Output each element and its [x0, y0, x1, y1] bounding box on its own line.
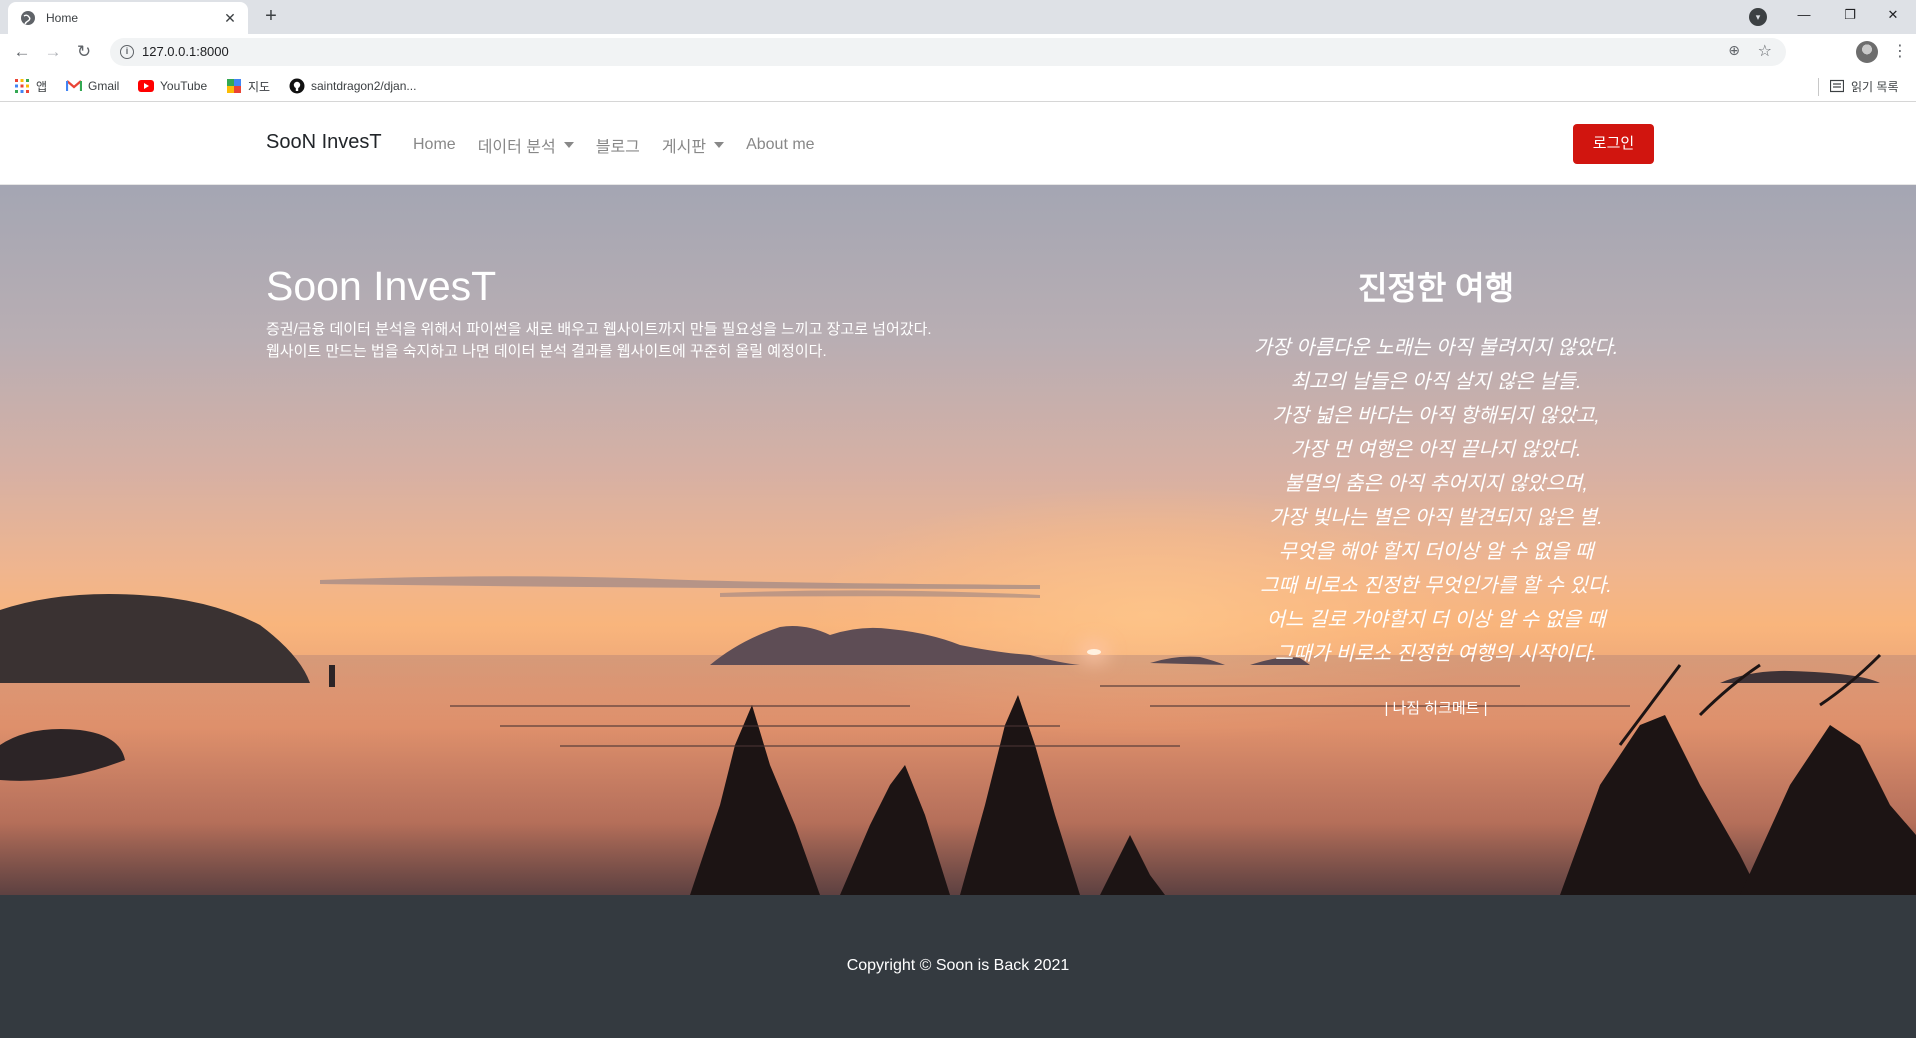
browser-tab-home[interactable]: Home ✕ — [8, 2, 248, 34]
bookmark-youtube[interactable]: YouTube — [138, 77, 207, 95]
poem-author: | 나짐 히크메트 | — [1384, 700, 1488, 717]
reload-icon[interactable]: ↻ — [72, 40, 96, 64]
hero-title: Soon InvesT — [266, 263, 497, 309]
apps-grid-icon — [14, 78, 30, 94]
reading-list-label: 읽기 목록 — [1851, 79, 1899, 94]
bookmark-label: 앱 — [36, 79, 48, 94]
nav-link-label: Home — [413, 136, 456, 153]
zoom-icon[interactable]: ⊕ — [1728, 42, 1740, 59]
poem-line: 가장 넓은 바다는 아직 항해되지 않았고, — [1272, 405, 1600, 427]
bookmarks-bar: 앱 Gmail YouTube 지도 saintdragon2/djan... … — [0, 70, 1916, 102]
caret-down-icon — [714, 142, 725, 148]
poem-title: 진정한 여행 — [1357, 270, 1515, 306]
bookmark-label: 지도 — [248, 79, 271, 94]
nav-about-link[interactable]: About me — [746, 133, 814, 157]
browser-tab-strip: Home ✕ + ▾ — ❐ ✕ — [0, 0, 1916, 34]
tab-close-icon[interactable]: ✕ — [222, 10, 238, 27]
maps-icon — [226, 78, 242, 94]
gmail-icon — [66, 78, 82, 94]
poem-line: 최고의 날들은 아직 살지 않은 날들. — [1290, 371, 1582, 393]
nav-link-label: About me — [746, 136, 815, 153]
bookmark-gmail[interactable]: Gmail — [66, 77, 119, 95]
site-brand[interactable]: SooN InvesT — [266, 131, 382, 154]
login-button[interactable]: 로그인 — [1573, 124, 1654, 164]
bookmark-separator — [1818, 78, 1819, 96]
nav-link-label: 게시판 — [661, 139, 707, 156]
bookmark-label: Gmail — [88, 79, 120, 93]
poem-line: 그때가 비로소 진정한 여행의 시작이다. — [1274, 643, 1598, 665]
back-arrow-icon[interactable]: ← — [10, 40, 34, 64]
site-info-icon[interactable]: i — [120, 45, 134, 59]
address-url[interactable]: 127.0.0.1:8000 — [142, 44, 229, 59]
github-icon — [289, 78, 305, 94]
minimize-button[interactable]: — — [1781, 0, 1827, 32]
copyright-text: Copyright © Soon is Back 2021 — [846, 957, 1070, 974]
nav-data-analysis-dropdown[interactable]: 데이터 분석 — [478, 133, 574, 157]
reading-list-button[interactable]: 읽기 목록 — [1829, 77, 1899, 95]
nav-links: Home 데이터 분석 블로그 게시판 About me — [413, 133, 837, 157]
site-footer: Copyright © Soon is Back 2021 — [0, 895, 1916, 1038]
sun — [1087, 649, 1101, 655]
bookmark-label: saintdragon2/djan... — [311, 79, 417, 93]
nav-link-label: 블로그 — [595, 139, 640, 156]
caret-down-icon — [563, 142, 574, 148]
hero-section: Soon InvesT 증권/금융 데이터 분석을 위해서 파이썬을 새로 배우… — [0, 185, 1916, 895]
new-tab-button[interactable]: + — [259, 5, 283, 29]
poem-line: 무엇을 해야 할지 더이상 알 수 없을 때 — [1278, 541, 1594, 563]
bookmark-label: YouTube — [160, 79, 208, 93]
nav-blog-link[interactable]: 블로그 — [596, 133, 640, 157]
poem-line: 어느 길로 가야할지 더 이상 알 수 없을 때 — [1266, 609, 1606, 631]
browser-toolbar: ← → ↻ i 127.0.0.1:8000 ⊕ ☆ ⋮ — [0, 34, 1916, 70]
bookmark-apps[interactable]: 앱 — [14, 77, 47, 95]
close-window-button[interactable]: ✕ — [1870, 0, 1916, 32]
restore-button[interactable]: ❐ — [1827, 0, 1873, 32]
poem-body: 가장 아름다운 노래는 아직 불려지지 않았다. 최고의 날들은 아직 살지 않… — [1206, 331, 1666, 671]
tab-title: Home — [46, 11, 79, 25]
forward-arrow-icon[interactable]: → — [41, 40, 65, 64]
poem-line: 가장 빛나는 별은 아직 발견되지 않은 별. — [1269, 507, 1603, 529]
poem-line: 가장 아름다운 노래는 아직 불려지지 않았다. — [1253, 337, 1619, 359]
poem-line: 가장 먼 여행은 아직 끝나지 않았다. — [1290, 439, 1582, 461]
bookmark-github[interactable]: saintdragon2/djan... — [289, 77, 416, 95]
more-menu-icon[interactable]: ⋮ — [1892, 40, 1908, 64]
youtube-icon — [138, 78, 154, 94]
address-bar[interactable]: i 127.0.0.1:8000 ⊕ ☆ — [110, 38, 1786, 66]
bookmark-star-icon[interactable]: ☆ — [1758, 41, 1772, 61]
nav-home-link[interactable]: Home — [413, 133, 456, 157]
site-navbar: SooN InvesT Home 데이터 분석 블로그 게시판 About me… — [0, 103, 1916, 185]
hero-description: 증권/금융 데이터 분석을 위해서 파이썬을 새로 배우고 웹사이트까지 만들 … — [266, 321, 932, 360]
poem-line: 불멸의 춤은 아직 추어지지 않았으며, — [1284, 473, 1588, 495]
poem-line: 그때 비로소 진정한 무엇인가를 할 수 있다. — [1260, 575, 1612, 597]
globe-icon — [20, 10, 36, 26]
nav-link-label: 데이터 분석 — [477, 139, 556, 156]
nav-board-dropdown[interactable]: 게시판 — [661, 133, 725, 157]
profile-avatar[interactable] — [1856, 41, 1878, 63]
reading-list-icon — [1829, 78, 1845, 94]
tab-search-icon[interactable]: ▾ — [1749, 8, 1767, 26]
bookmark-maps[interactable]: 지도 — [226, 77, 270, 95]
